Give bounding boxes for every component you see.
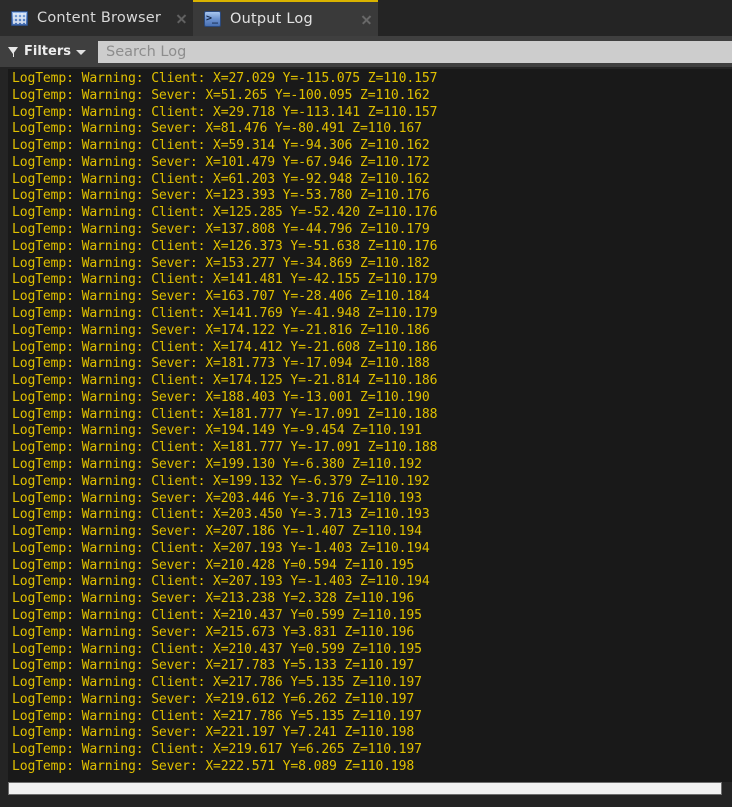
log-line: LogTemp: Warning: Client: X=59.314 Y=-94… [12,138,430,154]
log-line: LogTemp: Warning: Sever: X=181.773 Y=-17… [12,356,430,372]
log-line: LogTemp: Warning: Client: X=126.373 Y=-5… [12,238,438,254]
log-line: LogTemp: Warning: Client: X=181.777 Y=-1… [12,440,438,456]
content-browser-icon [11,10,28,26]
log-line: LogTemp: Warning: Sever: X=81.476 Y=-80.… [12,121,422,137]
log-line: LogTemp: Warning: Sever: X=123.393 Y=-53… [12,188,430,204]
filters-button[interactable]: Filters [8,44,92,59]
tab-content-browser[interactable]: Content Browser [0,0,193,36]
output-log-panel: LogTemp: Warning: Client: X=27.029 Y=-11… [0,67,732,807]
log-line: LogTemp: Warning: Sever: X=199.130 Y=-6.… [12,456,422,472]
log-line: LogTemp: Warning: Sever: X=219.612 Y=6.2… [12,691,415,707]
funnel-icon [8,46,19,57]
log-line: LogTemp: Warning: Client: X=141.481 Y=-4… [12,272,438,288]
tab-output-log-label: Output Log [230,11,313,27]
tab-output-log[interactable]: Output Log [193,0,378,36]
log-line: LogTemp: Warning: Client: X=217.786 Y=5.… [12,675,422,691]
log-line: LogTemp: Warning: Client: X=27.029 Y=-11… [12,71,438,86]
horizontal-scrollbar-thumb[interactable] [8,782,722,795]
close-icon[interactable] [361,14,372,25]
tab-bar-filler [378,0,732,36]
filters-button-label: Filters [24,44,71,59]
log-line: LogTemp: Warning: Client: X=207.193 Y=-1… [12,540,430,556]
log-line: LogTemp: Warning: Client: X=199.132 Y=-6… [12,473,430,489]
log-line: LogTemp: Warning: Sever: X=51.265 Y=-100… [12,87,430,103]
log-line: LogTemp: Warning: Client: X=207.193 Y=-1… [12,574,430,590]
log-toolbar: Filters [0,36,732,67]
close-icon[interactable] [176,13,187,24]
log-line: LogTemp: Warning: Client: X=210.437 Y=0.… [12,608,422,623]
log-line: LogTemp: Warning: Sever: X=213.238 Y=2.3… [12,591,415,607]
log-line: LogTemp: Warning: Client: X=203.450 Y=-3… [12,507,430,523]
log-line: LogTemp: Warning: Sever: X=221.197 Y=7.2… [12,725,415,741]
log-line: LogTemp: Warning: Client: X=210.437 Y=0.… [12,641,422,657]
log-line: LogTemp: Warning: Sever: X=217.783 Y=5.1… [12,658,415,674]
log-line-list[interactable]: LogTemp: Warning: Client: X=27.029 Y=-11… [8,69,732,782]
log-line: LogTemp: Warning: Client: X=174.125 Y=-2… [12,373,438,389]
search-input[interactable] [97,40,732,63]
log-line: LogTemp: Warning: Sever: X=153.277 Y=-34… [12,255,430,271]
log-line: LogTemp: Warning: Client: X=141.769 Y=-4… [12,305,438,321]
log-line: LogTemp: Warning: Sever: X=163.707 Y=-28… [12,289,430,305]
log-line: LogTemp: Warning: Client: X=217.786 Y=5.… [12,708,422,724]
log-line: LogTemp: Warning: Client: X=61.203 Y=-92… [12,171,430,187]
log-line: LogTemp: Warning: Sever: X=188.403 Y=-13… [12,389,430,405]
log-line: LogTemp: Warning: Sever: X=222.571 Y=8.0… [12,759,415,775]
tab-content-browser-label: Content Browser [37,10,162,26]
log-line: LogTemp: Warning: Client: X=219.617 Y=6.… [12,742,422,758]
log-line: LogTemp: Warning: Sever: X=215.673 Y=3.8… [12,624,415,640]
log-line: LogTemp: Warning: Sever: X=203.446 Y=-3.… [12,490,422,506]
console-icon [204,11,221,27]
log-line: LogTemp: Warning: Sever: X=101.479 Y=-67… [12,154,430,170]
log-line: LogTemp: Warning: Sever: X=137.808 Y=-44… [12,222,430,238]
log-line: LogTemp: Warning: Client: X=181.777 Y=-1… [12,406,438,422]
log-line: LogTemp: Warning: Client: X=125.285 Y=-5… [12,205,438,221]
log-line: LogTemp: Warning: Sever: X=194.149 Y=-9.… [12,423,422,439]
log-line: LogTemp: Warning: Client: X=174.412 Y=-2… [12,339,438,355]
horizontal-scrollbar[interactable] [8,782,722,795]
chevron-down-icon [75,50,86,55]
tab-bar: Content Browser Output Log [0,0,732,36]
log-line: LogTemp: Warning: Sever: X=174.122 Y=-21… [12,322,430,338]
log-line: LogTemp: Warning: Sever: X=210.428 Y=0.5… [12,557,415,573]
log-line: LogTemp: Warning: Client: X=29.718 Y=-11… [12,104,438,120]
log-line: LogTemp: Warning: Sever: X=207.186 Y=-1.… [12,524,422,540]
